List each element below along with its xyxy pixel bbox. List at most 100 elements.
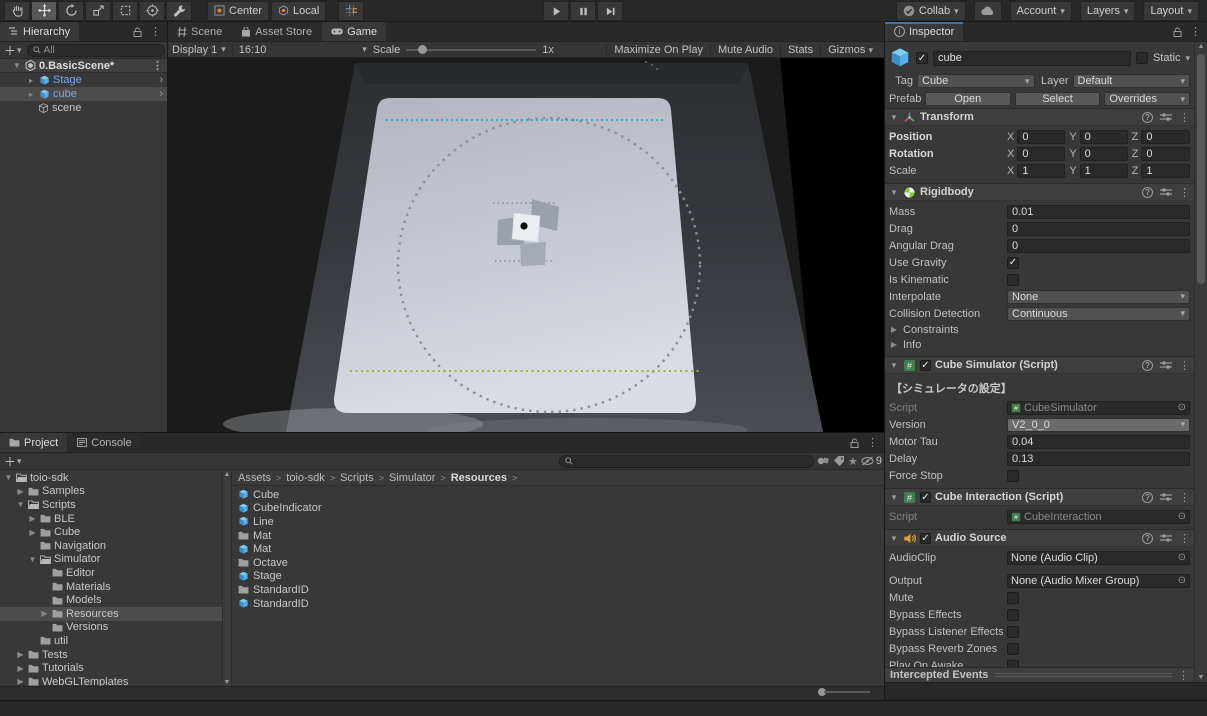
pause-button[interactable]: [570, 1, 596, 21]
asset-item-standardid[interactable]: StandardID: [232, 583, 884, 597]
component-enabled-checkbox[interactable]: [920, 360, 931, 371]
component-menu-icon[interactable]: ⋮: [1179, 491, 1190, 504]
preset-icon[interactable]: [1160, 492, 1172, 502]
project-search[interactable]: [559, 455, 814, 468]
gizmos-dropdown[interactable]: Gizmos ▾: [820, 44, 880, 56]
prefab-open-chevron[interactable]: ›: [159, 74, 163, 86]
rect-tool-button[interactable]: [112, 1, 138, 21]
checkbox-bypass-listener-effects[interactable]: [1007, 626, 1019, 638]
tab-asset-store[interactable]: Asset Store: [232, 22, 321, 41]
project-tree-item-editor[interactable]: Editor: [0, 566, 230, 580]
foldout-arrow[interactable]: ▼: [4, 473, 13, 482]
component-enabled-checkbox[interactable]: [920, 492, 931, 503]
rotation-z-field[interactable]: 0: [1141, 147, 1190, 161]
scale-z-field[interactable]: 1: [1141, 164, 1190, 178]
tag-dropdown[interactable]: Cube▾: [917, 74, 1035, 88]
lock-icon[interactable]: [1173, 27, 1182, 37]
grid-snap-button[interactable]: [338, 1, 364, 21]
checkbox-use-gravity[interactable]: [1007, 257, 1019, 269]
move-tool-button[interactable]: [31, 1, 57, 21]
display-dropdown[interactable]: Display 1 ▾: [172, 44, 226, 56]
foldout-arrow[interactable]: ▶: [16, 487, 25, 496]
project-tree-item-materials[interactable]: Materials: [0, 580, 230, 594]
breadcrumb-item-assets[interactable]: Assets: [238, 472, 271, 484]
foldout-arrow[interactable]: ▸: [26, 90, 36, 99]
foldout-arrow[interactable]: ▼: [889, 188, 899, 197]
scale-slider-knob[interactable]: [418, 45, 427, 54]
dropdown-version[interactable]: V2_0_0▾: [1007, 418, 1190, 432]
project-search-input[interactable]: [576, 456, 808, 467]
lock-icon[interactable]: [133, 27, 142, 37]
project-tree-item-scripts[interactable]: ▼Scripts: [0, 498, 230, 512]
scale-tool-button[interactable]: [85, 1, 111, 21]
play-button[interactable]: [543, 1, 569, 21]
tab-scene[interactable]: Scene: [168, 22, 231, 41]
foldout-arrow[interactable]: ▶: [16, 677, 25, 686]
component-menu-icon[interactable]: ⋮: [1179, 532, 1190, 545]
asset-item-cubeindicator[interactable]: CubeIndicator: [232, 502, 884, 516]
asset-item-cube[interactable]: Cube: [232, 488, 884, 502]
collab-button[interactable]: Collab ▾: [896, 1, 966, 21]
object-picker-icon[interactable]: ⊙: [1178, 575, 1186, 586]
search-by-label-icon[interactable]: [833, 456, 845, 466]
checkbox-bypass-reverb-zones[interactable]: [1007, 643, 1019, 655]
position-z-field[interactable]: 0: [1141, 130, 1190, 144]
field-mass[interactable]: 0.01: [1007, 205, 1190, 219]
scale-y-field[interactable]: 1: [1080, 164, 1128, 178]
project-tree-item-simulator[interactable]: ▼Simulator: [0, 553, 230, 567]
layers-dropdown[interactable]: Layers ▾: [1080, 1, 1136, 21]
position-y-field[interactable]: 0: [1080, 130, 1128, 144]
project-tree-item-resources[interactable]: ▶Resources: [0, 607, 230, 621]
foldout-arrow[interactable]: ▶: [889, 340, 899, 349]
component-menu-icon[interactable]: ⋮: [1179, 359, 1190, 372]
custom-tool-button[interactable]: [166, 1, 192, 21]
prefab-open-button[interactable]: Open: [925, 92, 1011, 106]
lock-icon[interactable]: [850, 438, 859, 448]
scale-slider[interactable]: [406, 49, 536, 51]
prefab-overrides-dropdown[interactable]: Overrides▾: [1104, 92, 1190, 106]
component-header-cube-simulator-script[interactable]: ▼#Cube Simulator (Script)?⋮: [885, 356, 1194, 374]
asset-item-mat[interactable]: Mat: [232, 542, 884, 556]
rotate-tool-button[interactable]: [58, 1, 84, 21]
component-header-rigidbody[interactable]: ▼Rigidbody?⋮: [885, 183, 1194, 201]
stats-button[interactable]: Stats: [780, 44, 820, 56]
foldout-arrow[interactable]: ▼: [889, 493, 899, 502]
tree-scrollbar[interactable]: ▲ ▼: [222, 471, 231, 686]
component-header-transform[interactable]: ▼Transform?⋮: [885, 108, 1194, 126]
hierarchy-search-input[interactable]: [44, 45, 159, 56]
panel-menu-icon[interactable]: ⋮: [1190, 25, 1201, 38]
foldout-arrow[interactable]: ▶: [40, 609, 49, 618]
object-field-script[interactable]: #CubeSimulator⊙: [1007, 401, 1190, 415]
field-angular-drag[interactable]: 0: [1007, 239, 1190, 253]
foldout-arrow[interactable]: ▼: [12, 61, 22, 70]
panel-menu-icon[interactable]: ⋮: [867, 436, 878, 449]
transform-tool-button[interactable]: [139, 1, 165, 21]
gameobject-name-field[interactable]: cube: [933, 51, 1131, 66]
object-picker-icon[interactable]: ⊙: [1178, 402, 1186, 413]
foldout-arrow[interactable]: ▶: [889, 325, 899, 334]
component-header-audio-source[interactable]: ▼Audio Source?⋮: [885, 529, 1194, 547]
asset-item-octave[interactable]: Octave: [232, 556, 884, 570]
hierarchy-search[interactable]: [27, 44, 165, 57]
game-viewport[interactable]: [168, 58, 884, 432]
field-motor-tau[interactable]: 0.04: [1007, 435, 1190, 449]
component-menu-icon[interactable]: ⋮: [1179, 186, 1190, 199]
foldout-arrow[interactable]: ▶: [28, 528, 37, 537]
position-x-field[interactable]: 0: [1017, 130, 1065, 144]
help-icon[interactable]: ?: [1142, 492, 1153, 503]
component-header-cube-interaction-script[interactable]: ▼#Cube Interaction (Script)?⋮: [885, 488, 1194, 506]
favorites-star-icon[interactable]: ★: [848, 455, 858, 468]
intercepted-events-bar[interactable]: Intercepted Events ⋮: [885, 667, 1194, 682]
scene-header-row[interactable]: ▼ 0.BasicScene* ⋮: [0, 59, 167, 73]
foldout-constraints[interactable]: ▶Constraints: [885, 322, 1194, 337]
object-field-script[interactable]: #CubeInteraction⊙: [1007, 510, 1190, 524]
tab-console[interactable]: Console: [68, 433, 140, 452]
help-icon[interactable]: ?: [1142, 360, 1153, 371]
foldout-arrow[interactable]: ▶: [28, 514, 37, 523]
asset-item-mat[interactable]: Mat: [232, 529, 884, 543]
scale-x-field[interactable]: 1: [1017, 164, 1065, 178]
gameobject-enabled-checkbox[interactable]: [916, 52, 928, 64]
breadcrumb-item-toio-sdk[interactable]: toio-sdk: [286, 472, 325, 484]
hierarchy-item-stage[interactable]: ▸ Stage ›: [0, 73, 167, 87]
help-icon[interactable]: ?: [1142, 533, 1153, 544]
